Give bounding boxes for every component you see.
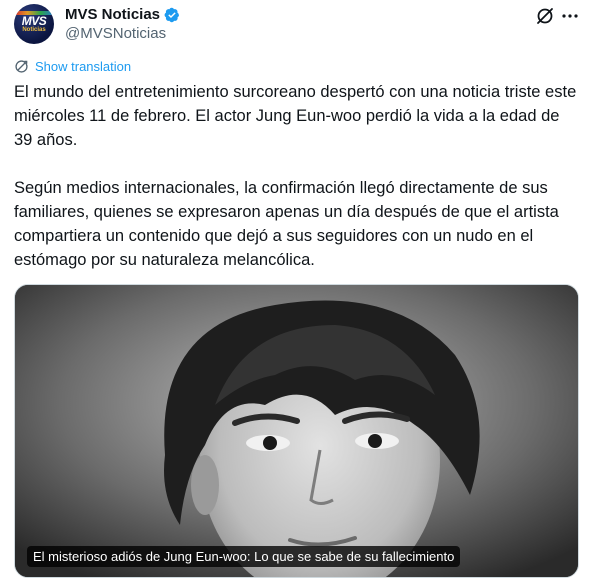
show-translation-link[interactable]: Show translation — [14, 59, 131, 74]
more-options-icon[interactable] — [560, 6, 580, 26]
grok-icon[interactable] — [535, 6, 555, 26]
user-handle[interactable]: @MVSNoticias — [65, 25, 166, 42]
show-translation-label[interactable]: Show translation — [35, 59, 131, 74]
avatar-logo-text: MVS — [21, 13, 47, 28]
tweet-paragraph-1: El mundo del entretenimiento surcoreano … — [14, 83, 577, 149]
tweet-text: El mundo del entretenimiento surcoreano … — [14, 80, 580, 296]
avatar[interactable]: MVS Noticias — [14, 4, 54, 44]
tweet-header: MVS Noticias MVS Noticias @MVSNoticias — [14, 4, 579, 48]
avatar-logo-subtext: Noticias — [22, 26, 46, 33]
tweet-media[interactable]: El misterioso adiós de Jung Eun-woo: Lo … — [14, 284, 579, 578]
portrait-photo[interactable] — [15, 285, 579, 578]
verified-badge-icon[interactable] — [164, 7, 180, 23]
avatar-stripe — [14, 11, 54, 15]
name-row: MVS Noticias — [65, 6, 180, 23]
translate-globe-icon — [15, 60, 28, 73]
media-caption: El misterioso adiós de Jung Eun-woo: Lo … — [27, 546, 461, 567]
tweet-paragraph-2: Según medios internacionales, la confirm… — [14, 179, 559, 269]
display-name[interactable]: MVS Noticias — [65, 6, 160, 23]
